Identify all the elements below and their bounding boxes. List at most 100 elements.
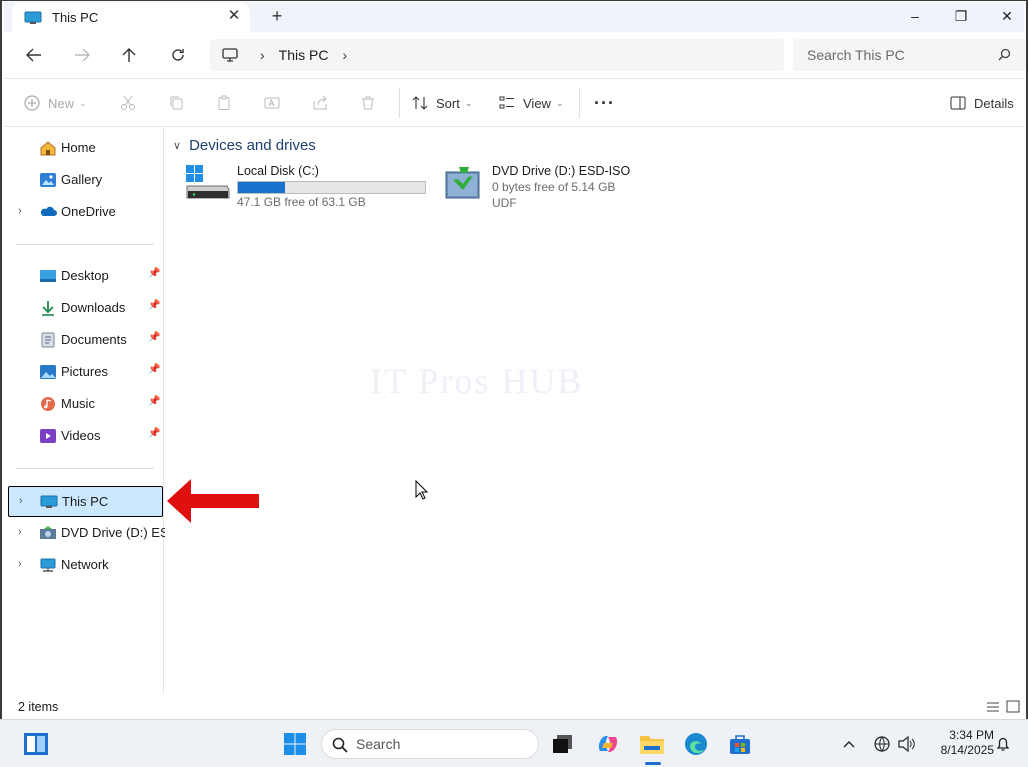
scissors-icon — [121, 95, 135, 110]
title-bar: This PC ✕ + – ❐ ✕ — [4, 2, 1024, 32]
copilot-button[interactable] — [593, 729, 623, 759]
chevron-up-icon — [843, 741, 855, 748]
clipboard-icon — [218, 95, 230, 110]
close-tab-icon[interactable]: ✕ — [226, 8, 242, 24]
sidebar-item-documents[interactable]: Documents 📌 — [8, 326, 162, 354]
notifications-button[interactable] — [993, 729, 1013, 759]
downloads-icon — [42, 301, 54, 316]
volume-button[interactable] — [894, 729, 920, 759]
globe-icon — [874, 736, 890, 752]
up-button[interactable] — [115, 42, 143, 68]
drive-free-space: 0 bytes free of 5.14 GB — [492, 180, 616, 194]
item-count: 2 items — [18, 700, 59, 714]
store-button[interactable] — [725, 729, 755, 759]
taskbar-search-input[interactable]: Search — [321, 729, 539, 759]
widgets-button[interactable] — [21, 729, 51, 759]
sort-label: Sort — [436, 95, 460, 111]
sidebar-item-network[interactable]: › Network — [8, 551, 162, 579]
sidebar-item-this-pc[interactable]: › This PC — [8, 486, 163, 517]
view-label: View — [523, 95, 551, 111]
videos-icon — [40, 429, 56, 443]
chevron-right-icon[interactable]: › — [18, 558, 28, 572]
more-options-button[interactable]: ··· — [594, 93, 615, 114]
paste-button[interactable] — [212, 91, 236, 115]
edge-button[interactable] — [681, 729, 711, 759]
sidebar-item-label: OneDrive — [61, 204, 116, 219]
clock[interactable]: 3:34 PM 8/14/2025 — [924, 728, 994, 758]
pin-icon[interactable]: 📌 — [148, 268, 160, 279]
close-button[interactable]: ✕ — [984, 2, 1026, 30]
onedrive-icon — [40, 206, 57, 216]
sidebar-item-home[interactable]: Home — [8, 134, 162, 162]
new-tab-button[interactable]: + — [267, 6, 287, 26]
edge-icon — [685, 733, 707, 755]
sort-button[interactable]: Sort ⌄ — [412, 95, 472, 111]
search-icon — [332, 737, 348, 753]
network-icon — [40, 558, 56, 572]
pin-icon[interactable]: 📌 — [148, 364, 160, 375]
chevron-right-icon[interactable]: › — [19, 495, 29, 509]
share-button[interactable] — [308, 91, 332, 115]
arrow-left-icon — [26, 48, 41, 62]
chevron-right-icon[interactable]: › — [18, 205, 28, 219]
sidebar-item-videos[interactable]: Videos 📌 — [8, 422, 162, 450]
this-pc-icon — [24, 11, 42, 24]
breadcrumb-this-pc[interactable]: This PC — [279, 47, 329, 63]
minimize-button[interactable]: – — [892, 2, 938, 30]
chevron-down-icon: ⌄ — [79, 97, 87, 108]
task-view-button[interactable] — [548, 729, 578, 759]
group-header[interactable]: ∨ Devices and drives — [173, 137, 316, 154]
restore-button[interactable]: ❐ — [938, 2, 984, 30]
sidebar-item-label: Music — [61, 396, 95, 411]
taskbar: Search 3:34 PM 8/14/2025 — [0, 719, 1028, 767]
copy-button[interactable] — [164, 91, 188, 115]
chevron-right-icon[interactable]: › — [342, 47, 347, 63]
chevron-right-icon[interactable]: › — [18, 526, 28, 540]
new-button[interactable]: New ⌄ — [24, 95, 87, 111]
chevron-down-icon: ⌄ — [555, 97, 564, 108]
pin-icon[interactable]: 📌 — [148, 332, 160, 343]
navigation-pane: Home Gallery › OneDrive Desktop 📌 Downlo… — [4, 128, 182, 694]
sidebar-item-label: Downloads — [61, 300, 126, 315]
date: 8/14/2025 — [940, 743, 994, 757]
file-explorer-button[interactable] — [637, 729, 667, 765]
delete-button[interactable] — [356, 91, 380, 115]
storage-bar — [237, 181, 426, 194]
search-input[interactable]: Search This PC — [793, 39, 1026, 71]
sidebar-item-desktop[interactable]: Desktop 📌 — [8, 262, 162, 290]
network-tray-button[interactable] — [870, 729, 894, 759]
forward-button[interactable] — [68, 42, 96, 68]
widgets-icon — [24, 733, 48, 755]
cut-button[interactable] — [116, 91, 140, 115]
sidebar-item-onedrive[interactable]: › OneDrive — [8, 198, 162, 226]
pin-icon[interactable]: 📌 — [148, 300, 160, 311]
chevron-right-icon[interactable]: › — [260, 47, 265, 63]
back-button[interactable] — [20, 42, 48, 68]
trash-icon — [362, 96, 374, 110]
view-button[interactable]: View ⌄ — [499, 96, 564, 111]
details-button[interactable]: Details — [950, 96, 1014, 111]
pin-icon[interactable]: 📌 — [148, 396, 160, 407]
sidebar-item-dvd-drive[interactable]: › DVD Drive (D:) ESD- — [8, 519, 182, 547]
sidebar-item-pictures[interactable]: Pictures 📌 — [8, 358, 162, 386]
arrow-up-icon — [122, 48, 136, 62]
drive-item-c[interactable]: Local Disk (C:) 47.1 GB free of 63.1 GB — [185, 164, 430, 214]
sidebar-item-music[interactable]: Music 📌 — [8, 390, 162, 418]
rename-button[interactable] — [260, 91, 284, 115]
separator — [579, 88, 580, 118]
copilot-icon — [598, 735, 618, 753]
sidebar-item-gallery[interactable]: Gallery — [8, 166, 162, 194]
sidebar-item-downloads[interactable]: Downloads 📌 — [8, 294, 162, 322]
start-button[interactable] — [280, 729, 310, 759]
group-title: Devices and drives — [189, 137, 316, 154]
drive-name: DVD Drive (D:) ESD-ISO — [492, 164, 631, 178]
drive-item-d[interactable]: DVD Drive (D:) ESD-ISO 0 bytes free of 5… — [445, 164, 645, 214]
pin-icon[interactable]: 📌 — [148, 428, 160, 439]
address-bar[interactable]: › This PC › — [210, 39, 784, 71]
taskbar-search-placeholder: Search — [356, 736, 401, 752]
list-view-icon[interactable] — [986, 701, 1000, 713]
show-hidden-icons-button[interactable] — [836, 729, 862, 759]
tiles-view-icon[interactable] — [1006, 700, 1020, 713]
tab-this-pc[interactable]: This PC ✕ — [12, 3, 250, 32]
refresh-button[interactable] — [164, 42, 192, 68]
